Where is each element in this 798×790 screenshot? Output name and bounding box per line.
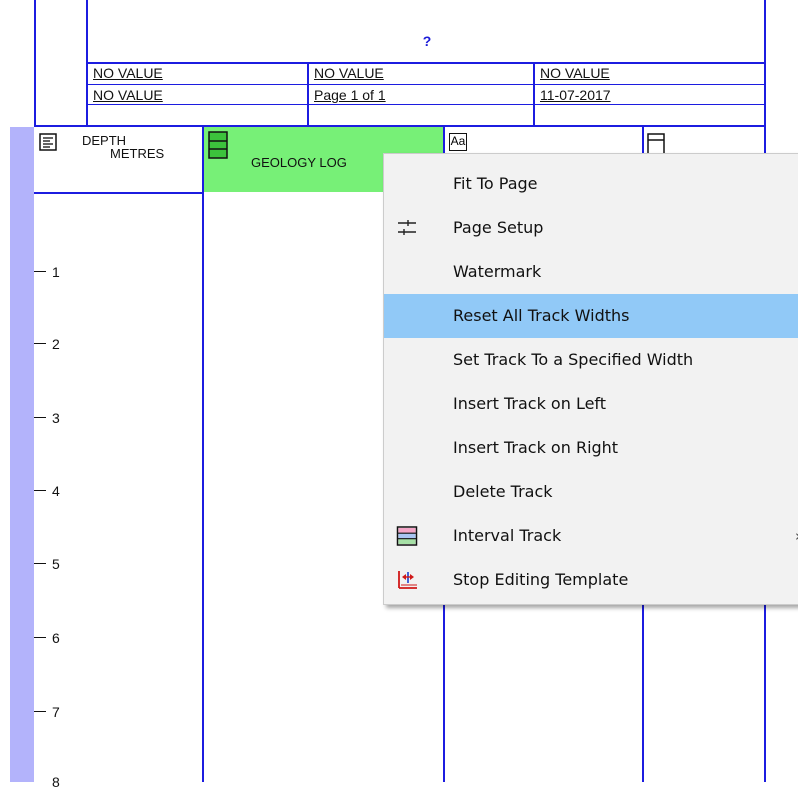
ruler-label: 1: [52, 264, 60, 280]
menu-item-label: Reset All Track Widths: [453, 306, 630, 325]
ruler-tick: [34, 711, 46, 712]
sliders-icon: [398, 220, 416, 235]
menu-item-label: Delete Track: [453, 482, 553, 501]
ruler-tick: [34, 417, 46, 418]
geology-track-icon: [208, 131, 228, 159]
left-scroll-strip[interactable]: [10, 127, 34, 782]
menu-item-label: Set Track To a Specified Width: [453, 350, 694, 369]
menu-item-watermark[interactable]: Watermark: [384, 250, 798, 294]
menu-item-label: Insert Track on Right: [453, 438, 619, 457]
ruler-label: 2: [52, 336, 60, 352]
text-track-icon: [39, 133, 57, 151]
menu-item-label: Watermark: [453, 262, 542, 281]
menu-item-delete-track[interactable]: Delete Track: [384, 470, 798, 514]
menu-item-insert-track-left[interactable]: Insert Track on Left: [384, 382, 798, 426]
menu-item-label: Insert Track on Left: [453, 394, 607, 413]
menu-item-insert-track-right[interactable]: Insert Track on Right: [384, 426, 798, 470]
menu-item-fit-to-page[interactable]: Fit To Page: [384, 162, 798, 206]
stop-editing-icon: [398, 571, 417, 589]
ruler-label: 3: [52, 410, 60, 426]
menu-item-stop-editing-template[interactable]: Stop Editing Template: [384, 558, 798, 602]
context-menu: Fit To Page Page Setup Watermark Reset A…: [383, 153, 798, 605]
header-cell[interactable]: Page 1 of 1: [314, 84, 386, 106]
menu-item-label: Page Setup: [453, 218, 544, 237]
header-cell[interactable]: 11-07-2017: [540, 84, 611, 106]
grid-line: [86, 104, 766, 105]
grid-line: [34, 192, 204, 194]
ruler-label: 8: [52, 774, 60, 790]
grid-line: [533, 62, 535, 127]
ruler-tick: [34, 343, 46, 344]
ruler-tick: [34, 563, 46, 564]
menu-item-page-setup[interactable]: Page Setup: [384, 206, 798, 250]
menu-item-reset-all-track-widths[interactable]: Reset All Track Widths: [384, 294, 798, 338]
geology-track-label: GEOLOGY LOG: [251, 155, 347, 170]
ruler-tick: [34, 490, 46, 491]
grid-line: [86, 84, 766, 85]
menu-item-set-track-width[interactable]: Set Track To a Specified Width: [384, 338, 798, 382]
text-style-icon[interactable]: Aa: [449, 133, 467, 151]
menu-item-label: Interval Track: [453, 526, 562, 545]
ruler-label: 6: [52, 630, 60, 646]
grid-line: [34, 0, 36, 127]
ruler-label: 4: [52, 483, 60, 499]
grid-line: [307, 62, 309, 127]
ruler-label: 5: [52, 556, 60, 572]
depth-track-header[interactable]: [39, 133, 57, 156]
header-cell[interactable]: NO VALUE: [540, 62, 610, 84]
ruler-tick: [34, 271, 46, 272]
ruler-tick: [34, 637, 46, 638]
grid-line: [86, 62, 766, 64]
interval-track-icon: [396, 526, 418, 546]
track-divider[interactable]: [202, 127, 204, 782]
menu-item-label: Stop Editing Template: [453, 570, 629, 589]
header-cell[interactable]: NO VALUE: [93, 84, 163, 106]
menu-item-label: Fit To Page: [453, 174, 538, 193]
header-cell[interactable]: NO VALUE: [314, 62, 384, 84]
depth-label-line2: METRES: [110, 146, 165, 161]
ruler-label: 7: [52, 704, 60, 720]
header-title: ?: [422, 33, 432, 49]
menu-item-interval-track[interactable]: Interval Track ›: [384, 514, 798, 558]
header-cell[interactable]: NO VALUE: [93, 62, 163, 84]
geology-track-icon-wrap: [208, 131, 228, 164]
